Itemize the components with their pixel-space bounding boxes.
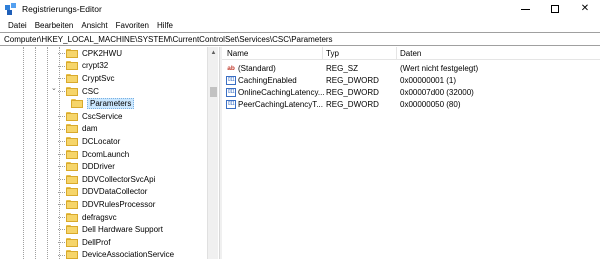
- folder-icon: [66, 124, 78, 134]
- folder-icon: [66, 149, 78, 159]
- column-header-type[interactable]: Typ: [326, 49, 339, 58]
- minimize-button[interactable]: [510, 0, 540, 18]
- list-row[interactable]: ab (Standard) REG_SZ (Wert nicht festgel…: [222, 63, 600, 75]
- tree-item[interactable]: DDVCollectorSvcApi: [58, 173, 155, 186]
- maximize-icon: [551, 5, 559, 13]
- folder-icon: [66, 174, 78, 184]
- tree-item[interactable]: dam: [58, 123, 98, 136]
- value-list: Name Typ Daten ab (Standard) REG_SZ (Wer…: [222, 47, 600, 259]
- folder-icon: [66, 199, 78, 209]
- expand-chevron-icon[interactable]: ⌄: [51, 84, 57, 92]
- folder-icon: [66, 48, 78, 58]
- tree-item[interactable]: CryptSvc: [58, 72, 114, 85]
- tree-item[interactable]: CPK2HWU: [58, 47, 122, 60]
- column-header-data[interactable]: Daten: [400, 49, 421, 58]
- folder-icon: [66, 73, 78, 83]
- tree-item-csc[interactable]: CSC: [58, 85, 99, 98]
- column-header-name[interactable]: Name: [227, 49, 248, 58]
- tree-item[interactable]: DellProf: [58, 236, 110, 249]
- tree-item[interactable]: DDDriver: [58, 160, 115, 173]
- folder-icon: [66, 111, 78, 121]
- folder-icon: [71, 99, 83, 109]
- string-value-icon: ab: [227, 65, 235, 72]
- tree-item[interactable]: crypt32: [58, 60, 108, 73]
- menu-hilfe[interactable]: Hilfe: [153, 21, 177, 30]
- folder-open-icon: [66, 86, 78, 96]
- tree-item-parameters[interactable]: Parameters: [71, 97, 135, 110]
- folder-icon: [66, 237, 78, 247]
- window-title: Registrierungs-Editor: [22, 4, 102, 14]
- list-row[interactable]: 011 OnlineCachingLatency... REG_DWORD 0x…: [222, 87, 600, 99]
- folder-icon: [66, 162, 78, 172]
- tree-item[interactable]: DDVDataCollector: [58, 186, 147, 199]
- list-row[interactable]: 011 CachingEnabled REG_DWORD 0x00000001 …: [222, 75, 600, 87]
- scrollbar-thumb[interactable]: [210, 87, 217, 97]
- window-controls: ✕: [510, 0, 600, 18]
- tree-item[interactable]: CscService: [58, 110, 122, 123]
- dword-value-icon: 011: [226, 100, 236, 109]
- folder-icon: [66, 225, 78, 235]
- tree-item[interactable]: DDVRulesProcessor: [58, 198, 155, 211]
- menu-favoriten[interactable]: Favoriten: [112, 21, 153, 30]
- tree-item[interactable]: DeviceAssociationService: [58, 249, 174, 259]
- close-button[interactable]: ✕: [570, 0, 600, 18]
- tree-item[interactable]: DCLocator: [58, 135, 120, 148]
- minimize-icon: [520, 8, 530, 10]
- address-bar[interactable]: Computer\HKEY_LOCAL_MACHINE\SYSTEM\Curre…: [0, 32, 600, 46]
- scroll-up-icon[interactable]: ▲: [208, 47, 219, 58]
- list-header: Name Typ Daten: [222, 47, 600, 60]
- registry-editor-icon: [5, 3, 17, 15]
- folder-icon: [66, 61, 78, 71]
- tree-item[interactable]: defragsvc: [58, 211, 117, 224]
- maximize-button[interactable]: [540, 0, 570, 18]
- menu-ansicht[interactable]: Ansicht: [77, 21, 111, 30]
- title-bar: Registrierungs-Editor ✕: [0, 0, 600, 18]
- menu-datei[interactable]: Datei: [4, 21, 31, 30]
- key-tree: CPK2HWU crypt32 CryptSvc ⌄ CSC Parameter…: [0, 47, 218, 259]
- folder-icon: [66, 187, 78, 197]
- dword-value-icon: 011: [226, 88, 236, 97]
- tree-item[interactable]: Dell Hardware Support: [58, 223, 163, 236]
- folder-icon: [66, 212, 78, 222]
- list-row[interactable]: 011 PeerCachingLatencyT... REG_DWORD 0x0…: [222, 99, 600, 111]
- menu-bearbeiten[interactable]: Bearbeiten: [31, 21, 78, 30]
- folder-icon: [66, 250, 78, 259]
- tree-vertical-scrollbar[interactable]: ▲: [207, 47, 218, 259]
- close-icon: ✕: [580, 3, 590, 14]
- folder-icon: [66, 136, 78, 146]
- menu-bar: Datei Bearbeiten Ansicht Favoriten Hilfe: [0, 18, 600, 32]
- tree-item[interactable]: DcomLaunch: [58, 148, 129, 161]
- dword-value-icon: 011: [226, 76, 236, 85]
